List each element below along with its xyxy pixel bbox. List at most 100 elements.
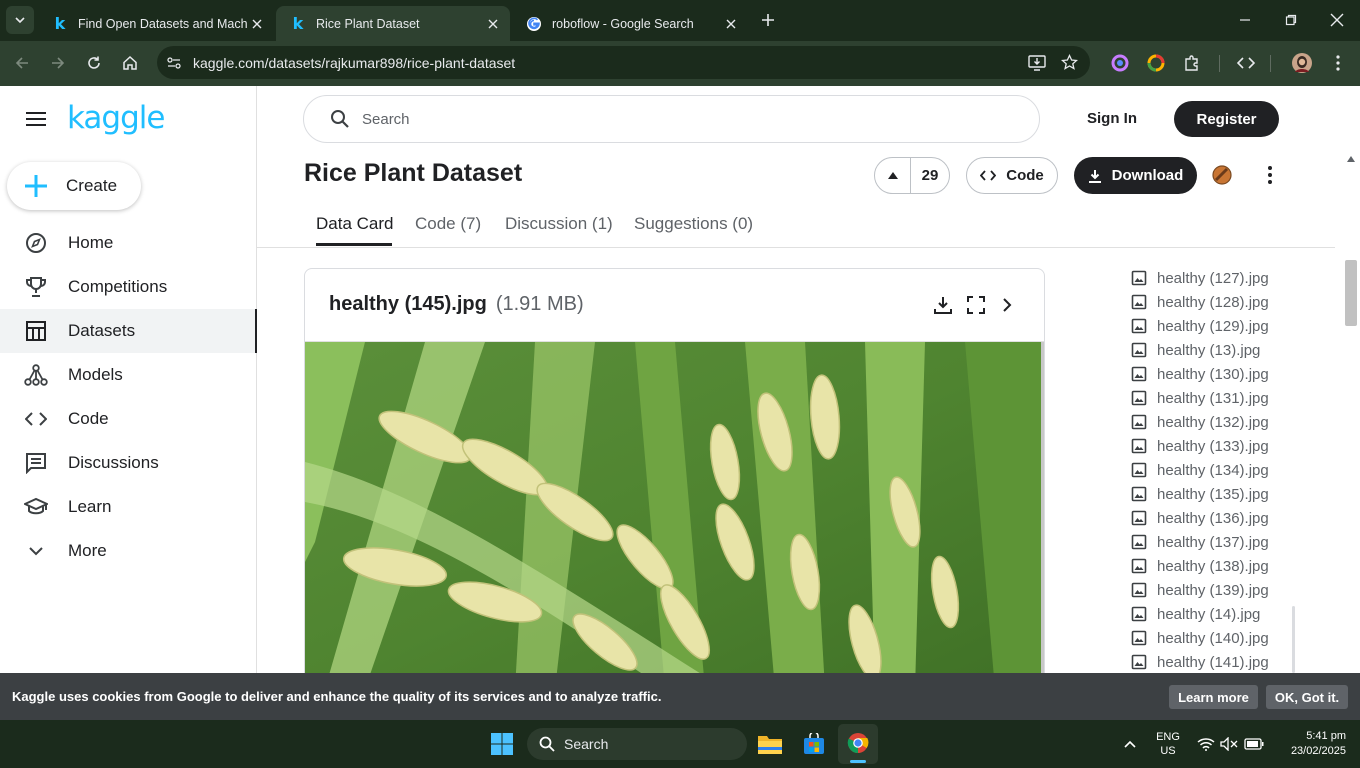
create-button[interactable]: Create [7,162,141,210]
file-list-item[interactable]: healthy (138).jpg [1131,554,1269,578]
show-hidden-icons-button[interactable] [1116,730,1144,758]
bookmark-star-icon[interactable] [1061,54,1078,71]
file-list-item[interactable]: healthy (132).jpg [1131,410,1269,434]
next-file-button[interactable] [993,291,1021,319]
scrollbar-thumb[interactable] [1345,260,1357,326]
file-list-item[interactable]: healthy (134).jpg [1131,458,1269,482]
browser-tab-google[interactable]: roboflow - Google Search [512,6,748,41]
tab-data-card[interactable]: Data Card [316,214,393,234]
nav-learn[interactable]: Learn [0,485,257,529]
start-button[interactable] [488,730,516,758]
more-options-button[interactable] [1256,161,1284,189]
nav-more[interactable]: More [0,529,257,573]
menu-button[interactable] [22,105,50,133]
browser-tab-rice-plant[interactable]: k Rice Plant Dataset [276,6,510,41]
register-button[interactable]: Register [1174,101,1279,137]
ok-got-it-button[interactable]: OK, Got it. [1266,685,1348,709]
page-scrollbar[interactable] [1342,154,1360,673]
file-list-item[interactable]: healthy (127).jpg [1131,266,1269,290]
file-list-scrollbar[interactable] [1292,606,1295,673]
file-list-item[interactable]: healthy (140).jpg [1131,626,1269,650]
upvote-button[interactable] [875,158,911,193]
file-list-item[interactable]: healthy (131).jpg [1131,386,1269,410]
more-vertical-icon [1268,166,1272,184]
download-button[interactable]: Download [1074,157,1197,194]
close-tab-icon[interactable] [248,15,266,33]
tab-discussion[interactable]: Discussion (1) [505,214,613,234]
file-list-item[interactable]: healthy (136).jpg [1131,506,1269,530]
wifi-icon [1197,738,1215,751]
new-tab-button[interactable] [754,6,782,34]
file-list-item[interactable]: healthy (137).jpg [1131,530,1269,554]
close-tab-icon[interactable] [484,15,502,33]
fullscreen-button[interactable] [962,291,990,319]
cookie-banner: Kaggle uses cookies from Google to deliv… [0,673,1360,720]
nav-code[interactable]: Code [0,397,257,441]
forward-button[interactable] [44,49,72,77]
dataset-owner-avatar[interactable] [1208,161,1236,189]
nav-competitions[interactable]: Competitions [0,265,257,309]
download-file-button[interactable] [929,291,957,319]
browser-tab-strip: k Find Open Datasets and Machi k Rice Pl… [0,0,1360,41]
learn-more-button[interactable]: Learn more [1169,685,1258,709]
scroll-up-icon[interactable] [1347,156,1355,162]
file-list-item[interactable]: healthy (141).jpg [1131,650,1269,673]
file-explorer-button[interactable] [756,730,784,758]
file-list-item[interactable]: healthy (139).jpg [1131,578,1269,602]
tab-search-button[interactable] [6,6,34,34]
file-name: healthy (133).jpg [1157,437,1269,455]
extensions-menu-button[interactable] [1178,49,1206,77]
sign-in-link[interactable]: Sign In [1087,110,1137,127]
file-list-item[interactable]: healthy (133).jpg [1131,434,1269,458]
devtools-button[interactable] [1232,49,1260,77]
code-button[interactable]: Code [966,157,1058,194]
minimize-window-button[interactable] [1231,6,1259,34]
cookie-text: Kaggle uses cookies from Google to deliv… [12,689,662,704]
profile-button[interactable] [1288,49,1316,77]
url-text[interactable]: kaggle.com/datasets/rajkumar898/rice-pla… [193,55,515,71]
back-button[interactable] [8,49,36,77]
site-info-icon[interactable] [166,55,182,71]
close-tab-icon[interactable] [722,15,740,33]
address-bar[interactable]: kaggle.com/datasets/rajkumar898/rice-pla… [157,46,1090,79]
chevron-right-icon [1003,298,1012,312]
minimize-icon [1240,19,1250,21]
battery-button[interactable] [1240,730,1268,758]
store-button[interactable] [800,730,828,758]
tab-code[interactable]: Code (7) [415,214,481,234]
volume-button[interactable] [1215,730,1243,758]
image-file-icon [1131,654,1147,670]
compass-icon [24,231,48,255]
home-button[interactable] [116,49,144,77]
site-search-input[interactable]: Search [303,95,1040,143]
code-icon [24,407,48,431]
reload-button[interactable] [80,49,108,77]
browser-tab-datasets[interactable]: k Find Open Datasets and Machi [38,6,274,41]
file-list-item[interactable]: healthy (14).jpg [1131,602,1260,626]
page-title: Rice Plant Dataset [304,159,523,187]
chrome-menu-button[interactable] [1324,49,1352,77]
language-indicator[interactable]: ENG US [1150,730,1186,758]
extension-button[interactable] [1106,49,1134,77]
install-app-icon[interactable] [1028,54,1046,71]
image-scrollbar[interactable] [1041,342,1044,673]
nav-models[interactable]: Models [0,353,257,397]
file-list-item[interactable]: healthy (129).jpg [1131,314,1269,338]
file-list-item[interactable]: healthy (13).jpg [1131,338,1260,362]
tab-suggestions[interactable]: Suggestions (0) [634,214,753,234]
file-list-item[interactable]: healthy (135).jpg [1131,482,1269,506]
color-extension-button[interactable] [1142,49,1170,77]
clock[interactable]: 5:41 pm 23/02/2025 [1274,729,1346,759]
nav-home[interactable]: Home [0,221,257,265]
nav-discussions[interactable]: Discussions [0,441,257,485]
rice-plant-image [305,342,1041,673]
maximize-window-button[interactable] [1277,6,1305,34]
kaggle-logo[interactable]: kaggle [67,100,165,136]
close-window-button[interactable] [1323,6,1351,34]
search-icon [539,736,555,752]
file-list-item[interactable]: healthy (130).jpg [1131,362,1269,386]
nav-datasets[interactable]: Datasets [0,309,258,353]
file-list-item[interactable]: healthy (128).jpg [1131,290,1269,314]
chrome-taskbar-button[interactable] [838,724,878,764]
taskbar-search[interactable]: Search [527,728,747,760]
